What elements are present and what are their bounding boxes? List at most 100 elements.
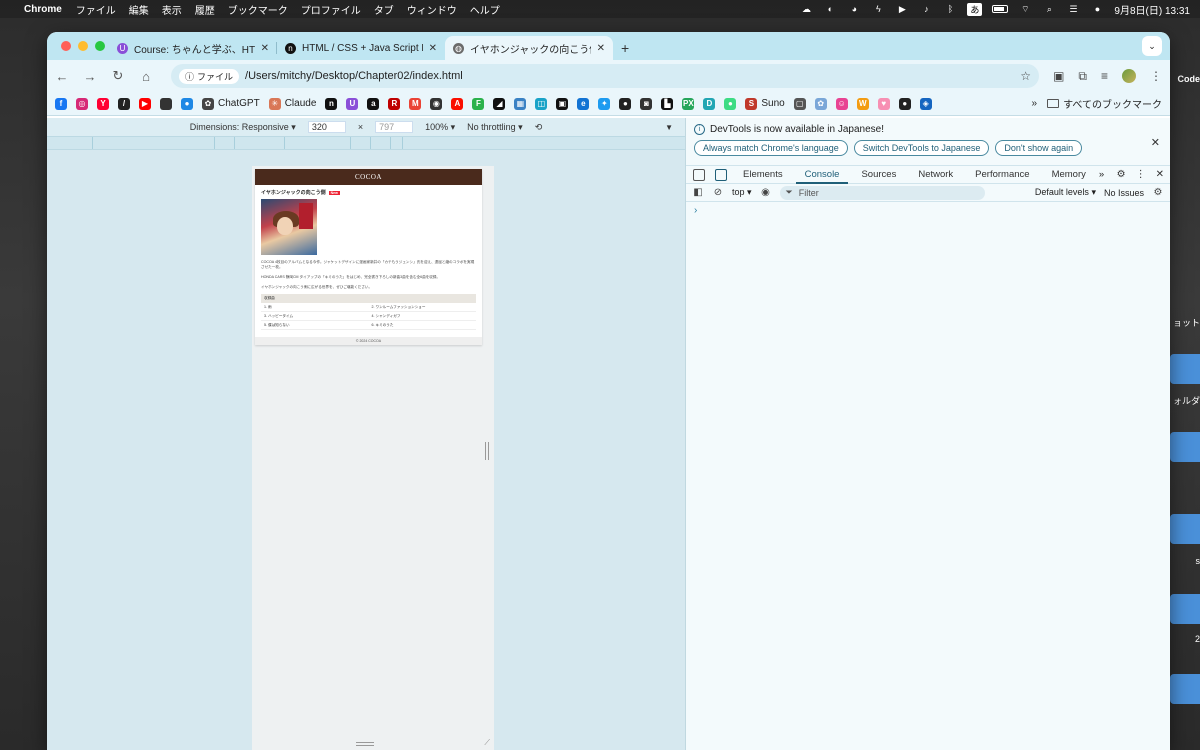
sidebar-toggle-icon[interactable]: ◧ bbox=[692, 187, 704, 198]
bookmark-item[interactable]: PX bbox=[682, 97, 695, 110]
bookmark-item[interactable]: ◉ bbox=[430, 97, 443, 110]
match-chrome-language-button[interactable]: Always match Chrome's language bbox=[694, 140, 848, 156]
menu-profile[interactable]: プロファイル bbox=[301, 2, 361, 17]
throttling-select[interactable]: No throttling ▾ bbox=[467, 122, 523, 133]
menu-file[interactable]: ファイル bbox=[76, 2, 116, 17]
bookmark-item[interactable]: Y bbox=[97, 97, 109, 110]
home-icon[interactable]: ⌂ bbox=[139, 69, 153, 84]
wifi-icon[interactable]: ⌔ bbox=[1018, 4, 1032, 14]
bookmark-item[interactable]: ▙ bbox=[661, 97, 674, 110]
close-infobar-icon[interactable]: ✕ bbox=[1151, 136, 1160, 149]
console-prompt[interactable]: › bbox=[686, 202, 1170, 219]
tab-note[interactable]: n HTML / CSS + Java Script Note ✕ bbox=[277, 36, 445, 60]
reading-list-icon[interactable]: ≡ bbox=[1101, 69, 1108, 83]
bookmark-item[interactable]: ◢ bbox=[493, 97, 506, 110]
tab-elements[interactable]: Elements bbox=[734, 166, 792, 184]
zoom-window-button[interactable] bbox=[95, 41, 105, 51]
bookmark-item[interactable]: ◫ bbox=[535, 97, 548, 110]
play-icon[interactable]: ▶ bbox=[895, 4, 909, 14]
tab-console[interactable]: Console bbox=[795, 166, 849, 184]
close-window-button[interactable] bbox=[61, 41, 71, 51]
resize-corner-icon[interactable]: ⟋ bbox=[484, 738, 490, 748]
bookmark-item[interactable]: ◙ bbox=[640, 97, 653, 110]
bookmark-item[interactable]: ◎ bbox=[76, 97, 88, 110]
new-tab-button[interactable]: + bbox=[621, 40, 629, 56]
console-settings-gear-icon[interactable]: ⚙ bbox=[1152, 187, 1164, 198]
app-menu-chrome[interactable]: Chrome bbox=[24, 4, 62, 15]
desktop-folder-icon[interactable] bbox=[1170, 514, 1200, 544]
menu-help[interactable]: ヘルプ bbox=[470, 2, 500, 17]
desktop-folder-icon[interactable] bbox=[1170, 432, 1200, 462]
menu-tab[interactable]: タブ bbox=[374, 2, 394, 17]
extension-chat-icon[interactable]: ▣ bbox=[1053, 69, 1064, 83]
tab-performance[interactable]: Performance bbox=[966, 166, 1038, 184]
siri-icon[interactable]: ● bbox=[1090, 4, 1104, 14]
desktop-folder-icon[interactable] bbox=[1170, 354, 1200, 384]
more-menu-icon[interactable]: ⋮ bbox=[1150, 69, 1162, 83]
bookmark-item[interactable]: F bbox=[472, 97, 485, 110]
dont-show-again-button[interactable]: Don't show again bbox=[995, 140, 1083, 156]
bookmark-item[interactable]: ☺ bbox=[835, 97, 848, 110]
bookmark-item[interactable]: ● bbox=[619, 97, 632, 110]
address-bar[interactable]: ⓘ ファイル /Users/mitchy/Desktop/Chapter02/in… bbox=[171, 64, 1040, 88]
bookmark-star-icon[interactable]: ☆ bbox=[1020, 69, 1031, 83]
bookmark-item[interactable]: ▶ bbox=[139, 97, 151, 110]
bookmark-item[interactable]: a bbox=[367, 97, 380, 110]
all-bookmarks-folder[interactable]: すべてのブックマーク bbox=[1047, 96, 1162, 111]
bookmark-item[interactable]: ✳ Claude bbox=[268, 97, 316, 110]
menu-view[interactable]: 表示 bbox=[162, 2, 182, 17]
bookmark-item[interactable] bbox=[160, 97, 172, 110]
bookmark-item[interactable]: ✿ bbox=[814, 97, 827, 110]
menu-edit[interactable]: 編集 bbox=[129, 2, 149, 17]
bookmark-item[interactable]: / bbox=[118, 97, 130, 110]
tab-memory[interactable]: Memory bbox=[1043, 166, 1095, 184]
bookmark-item[interactable]: ◈ bbox=[919, 97, 932, 110]
desktop-folder-icon[interactable] bbox=[1170, 594, 1200, 624]
menu-history[interactable]: 履歴 bbox=[195, 2, 215, 17]
app-status-icon[interactable]: ◕ bbox=[847, 4, 861, 14]
sync-icon[interactable]: ◐ bbox=[823, 4, 837, 14]
close-tab-icon[interactable]: ✕ bbox=[429, 43, 437, 54]
resize-handle-right[interactable] bbox=[485, 442, 489, 460]
bookmark-item[interactable]: e bbox=[577, 97, 590, 110]
extensions-puzzle-icon[interactable]: ⧉ bbox=[1078, 69, 1087, 84]
cloud-icon[interactable]: ☁ bbox=[799, 4, 813, 14]
inspect-element-icon[interactable] bbox=[693, 168, 705, 181]
forward-arrow-icon[interactable]: → bbox=[83, 69, 97, 84]
tab-network[interactable]: Network bbox=[909, 166, 962, 184]
issues-counter[interactable]: No Issues bbox=[1104, 188, 1144, 198]
more-tabs-chevron-icon[interactable]: » bbox=[1099, 169, 1104, 180]
media-query-ruler[interactable] bbox=[47, 136, 685, 150]
close-tab-icon[interactable]: ✕ bbox=[261, 43, 269, 54]
clear-console-icon[interactable]: ⊘ bbox=[712, 187, 724, 198]
input-method-indicator[interactable]: あ bbox=[967, 2, 983, 16]
width-input[interactable]: 320 bbox=[307, 121, 346, 133]
more-bookmarks-chevron-icon[interactable]: » bbox=[1032, 98, 1038, 109]
bookmark-item[interactable]: ▦ bbox=[514, 97, 527, 110]
close-tab-icon[interactable]: ✕ bbox=[597, 43, 605, 54]
console-filter-input[interactable]: ⏷ Filter bbox=[779, 185, 985, 200]
zoom-select[interactable]: 100% ▾ bbox=[425, 122, 455, 133]
close-devtools-icon[interactable]: ✕ bbox=[1156, 169, 1164, 180]
bookmark-item[interactable]: W bbox=[856, 97, 869, 110]
bookmark-item[interactable]: ▢ bbox=[793, 97, 806, 110]
bookmark-item[interactable]: ● bbox=[181, 97, 193, 110]
bookmark-item[interactable]: U bbox=[346, 97, 359, 110]
bookmark-item[interactable]: ♥ bbox=[877, 97, 890, 110]
dimensions-select[interactable]: Dimensions: Responsive ▾ bbox=[190, 122, 296, 133]
bluetooth-icon[interactable]: ᛒ bbox=[943, 4, 957, 14]
tab-course[interactable]: U Course: ちゃんと学ぶ、HTML/CSS ✕ bbox=[109, 36, 277, 60]
tab-search-chevron-icon[interactable]: ⌄ bbox=[1142, 36, 1162, 56]
tab-active-page[interactable]: ◍ イヤホンジャックの向こう側 ✕ bbox=[445, 36, 613, 60]
reload-icon[interactable]: ↻ bbox=[111, 68, 125, 84]
bookmark-item[interactable]: D bbox=[703, 97, 716, 110]
bookmark-item[interactable]: n bbox=[325, 97, 338, 110]
bookmark-item[interactable]: A bbox=[451, 97, 464, 110]
device-options-chevron-icon[interactable]: ▼ bbox=[665, 123, 673, 132]
volume-icon[interactable]: ♪ bbox=[919, 4, 933, 14]
settings-gear-icon[interactable]: ⚙ bbox=[1117, 169, 1126, 180]
minimize-window-button[interactable] bbox=[78, 41, 88, 51]
bookmark-item[interactable]: ✦ bbox=[598, 97, 611, 110]
bookmark-item[interactable]: ▣ bbox=[556, 97, 569, 110]
bookmark-item[interactable]: R bbox=[388, 97, 401, 110]
